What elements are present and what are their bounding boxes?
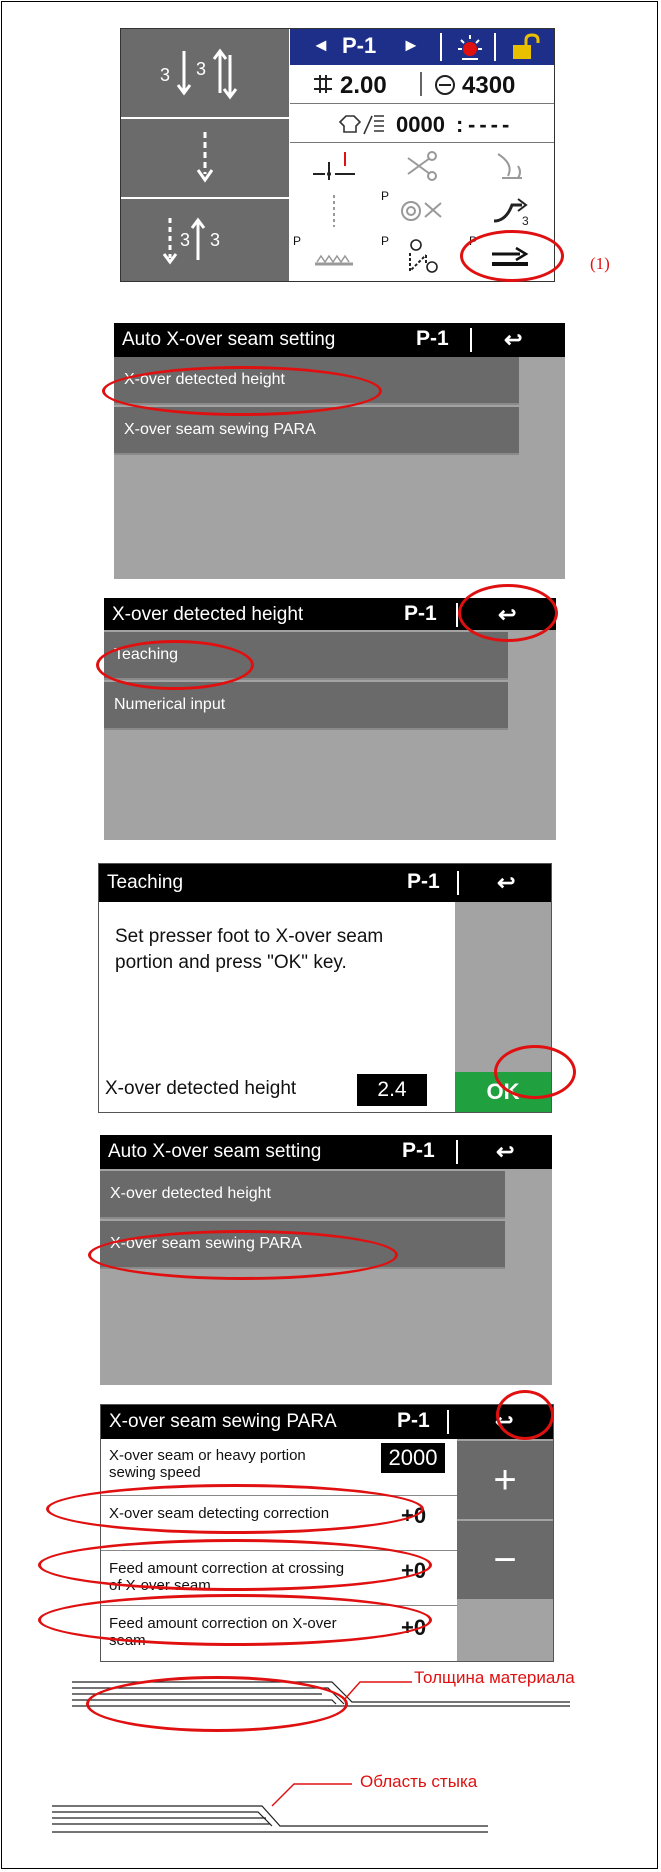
p-mark: P	[381, 189, 390, 203]
param-value[interactable]: 2000	[381, 1443, 445, 1473]
stitch-length-value[interactable]: 2.00	[340, 72, 387, 100]
left-pattern-column: 3 3 3 3	[121, 29, 289, 281]
wiper-icon	[497, 152, 522, 179]
highlight-ring	[86, 1676, 348, 1732]
speed-icon	[435, 75, 455, 95]
condensed-stitch-icon	[333, 194, 335, 227]
pattern-number: P-1	[402, 1139, 435, 1162]
screen-header: Teaching P-1 ↩	[99, 864, 551, 902]
highlight-ring	[496, 1390, 554, 1440]
counter-row: 0000 : ----	[290, 104, 554, 143]
detected-height-value[interactable]: 2.4	[357, 1074, 427, 1106]
separator	[440, 33, 442, 61]
pattern-number: P-1	[404, 602, 437, 625]
reverse-stitch-digit: 3	[522, 214, 529, 228]
p-mark: P	[293, 234, 302, 248]
one-shot-stitch-button[interactable]: P	[378, 233, 467, 281]
counter-icon	[338, 115, 384, 135]
separator	[456, 1140, 458, 1164]
joint-area-label: Область стыка	[360, 1772, 478, 1791]
callout-label: (1)	[590, 254, 610, 273]
prev-pattern-button[interactable]: ◄	[312, 35, 330, 56]
screen-title: X-over detected height	[112, 604, 304, 625]
next-pattern-button[interactable]: ►	[402, 35, 420, 56]
pattern-number: P-1	[342, 33, 377, 58]
material-thickness-label: Толщина материала	[414, 1668, 575, 1687]
highlight-ring	[96, 640, 254, 690]
screen-title: Auto X-over seam setting	[122, 329, 336, 350]
highlight-ring	[102, 366, 382, 416]
end-digit-a: 3	[180, 230, 190, 250]
continuous-stitch-icon	[196, 132, 214, 183]
speed-value[interactable]: 4300	[462, 72, 515, 100]
separator	[447, 1410, 449, 1434]
counter-extra: ----	[468, 112, 514, 137]
start-digit-a: 3	[160, 65, 170, 85]
menu-item-x-over-detected-height[interactable]: X-over detected height	[100, 1171, 505, 1219]
counter-colon: :	[456, 112, 464, 137]
pattern-number: P-1	[397, 1409, 430, 1432]
pattern-number: P-1	[416, 327, 449, 350]
end-digit-b: 3	[210, 230, 220, 250]
thread-trimmer-program-icon	[401, 200, 442, 221]
highlight-ring	[458, 584, 558, 642]
end-backtack-icon: 3 3	[162, 217, 220, 265]
thread-trimmer-icon	[407, 150, 437, 181]
start-digit-b: 3	[196, 59, 206, 79]
feed-dog-icon	[315, 254, 353, 266]
separator	[470, 328, 472, 352]
separator	[457, 871, 459, 895]
stitch-speed-row: 2.00 4300	[290, 65, 554, 104]
minus-button[interactable]: −	[457, 1521, 553, 1599]
separator	[494, 33, 496, 61]
highlight-ring	[494, 1045, 576, 1099]
end-backtack-button[interactable]: 3 3	[121, 199, 289, 281]
counter-value[interactable]: 0000	[396, 112, 445, 138]
highlight-ring	[88, 1230, 398, 1280]
back-button[interactable]: ↩	[496, 1139, 514, 1165]
instruction-message: Set presser foot to X-over seam portion …	[115, 926, 384, 973]
back-button[interactable]: ↩	[497, 870, 515, 896]
screen-header: Auto X-over seam setting P-1 ↩	[100, 1135, 552, 1169]
highlight-ring	[460, 230, 564, 282]
reverse-stitch-button[interactable]: 3	[466, 188, 554, 234]
pattern-number: P-1	[407, 870, 440, 893]
one-shot-stitch-icon	[409, 239, 438, 274]
pattern-nav-bar: ◄ P-1 ►	[290, 29, 554, 65]
reverse-stitch-icon: 3	[493, 197, 529, 228]
highlight-ring	[38, 1594, 432, 1646]
joint-area-diagram	[52, 1783, 488, 1833]
start-backtack-button[interactable]: 3 3	[121, 29, 289, 119]
start-backtack-icon: 3 3	[160, 48, 238, 100]
menu-item-x-over-seam-sewing-para[interactable]: X-over seam sewing PARA	[114, 407, 519, 455]
p-mark: P	[381, 234, 390, 248]
unlock-icon[interactable]	[508, 32, 542, 62]
condensed-stitch-button[interactable]	[290, 188, 379, 234]
screen-title: Auto X-over seam setting	[108, 1141, 322, 1162]
auto-x-over-seam-setting-screen: Auto X-over seam setting P-1 ↩ X-over de…	[114, 323, 565, 579]
screen-header: X-over seam sewing PARA P-1 ↩	[101, 1405, 553, 1439]
param-label: X-over seam or heavy portion sewing spee…	[109, 1447, 306, 1481]
teaching-screen: Teaching P-1 ↩ Set presser foot to X-ove…	[98, 863, 552, 1113]
screen-title: X-over seam sewing PARA	[109, 1411, 337, 1432]
feed-dog-button[interactable]: P	[290, 233, 379, 281]
highlight-ring	[38, 1539, 432, 1591]
highlight-ring	[46, 1484, 424, 1534]
wiper-button[interactable]	[466, 143, 554, 189]
needle-up-down-icon	[313, 151, 355, 180]
stitch-length-icon	[314, 75, 332, 93]
back-button[interactable]: ↩	[504, 327, 522, 353]
needle-up-down-button[interactable]	[290, 143, 379, 189]
continuous-stitch-button[interactable]	[121, 119, 289, 199]
separator	[420, 72, 422, 96]
plus-button[interactable]: +	[457, 1441, 553, 1519]
light-icon[interactable]	[450, 31, 490, 63]
thread-trimmer-button[interactable]	[378, 143, 467, 189]
field-label: X-over detected height	[105, 1078, 297, 1099]
screen-title: Teaching	[107, 872, 184, 893]
screen-header: Auto X-over seam setting P-1 ↩	[114, 323, 565, 357]
thread-trimmer-program-button[interactable]: P	[378, 188, 467, 234]
